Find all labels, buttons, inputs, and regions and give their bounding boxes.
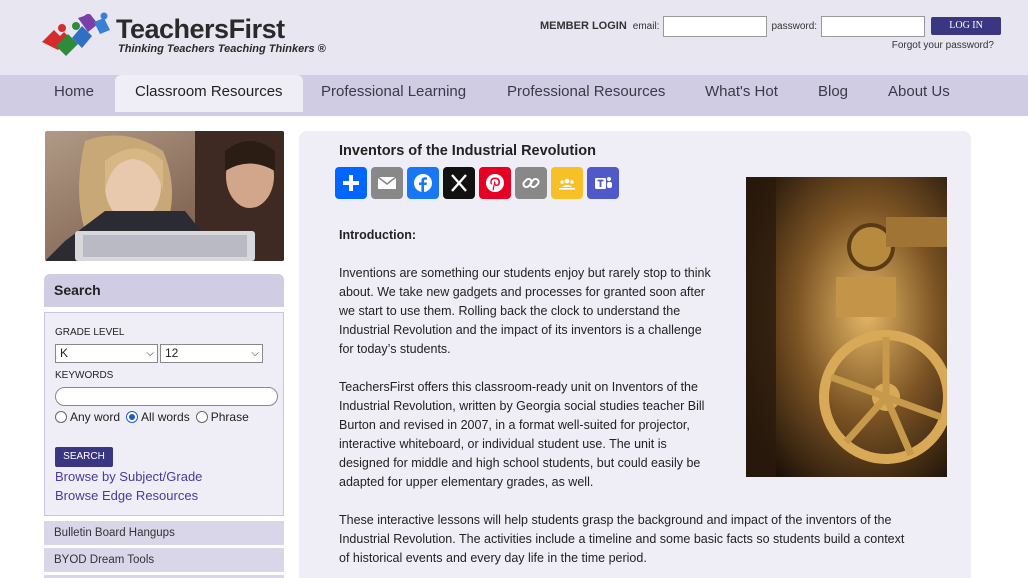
copy-link-icon[interactable] xyxy=(515,167,547,199)
search-panel: GRADE LEVEL K ⌵ 12 ⌵ KEYWORDS Any word A… xyxy=(44,312,284,516)
phrase-label: Phrase xyxy=(210,410,249,424)
all-words-radio[interactable] xyxy=(126,411,139,423)
article-panel: Inventors of the Industrial Revolution I… xyxy=(299,131,971,578)
keywords-input[interactable] xyxy=(55,387,278,406)
google-classroom-icon[interactable] xyxy=(551,167,583,199)
grade-to-value: 12 xyxy=(165,346,179,360)
email-field[interactable] xyxy=(663,15,768,37)
forgot-password-link[interactable]: Forgot your password? xyxy=(892,40,994,51)
search-button[interactable]: SEARCH xyxy=(55,447,113,467)
nav-blog[interactable]: Blog xyxy=(798,75,868,110)
browse-subject-grade-link[interactable]: Browse by Subject/Grade xyxy=(55,469,202,484)
paragraph-line: Industrial Revolution. The activities in… xyxy=(339,532,905,546)
paragraph-line: adapted for upper elementary grades, as … xyxy=(339,475,594,489)
paragraph-line: Industrial Revolution, written by Georgi… xyxy=(339,399,705,413)
grade-from-value: K xyxy=(60,346,69,360)
browse-edge-resources-link[interactable]: Browse Edge Resources xyxy=(55,488,198,503)
paragraph-line: about. We take new gadgets and processes… xyxy=(339,285,705,299)
site-header: TeachersFirst Thinking Teachers Teaching… xyxy=(0,0,1028,75)
password-field[interactable] xyxy=(821,15,926,37)
email-icon[interactable] xyxy=(371,167,403,199)
x-icon[interactable] xyxy=(443,167,475,199)
brand-tagline: Thinking Teachers Teaching Thinkers ® xyxy=(118,43,326,55)
match-type-radio-group: Any word All words Phrase xyxy=(55,410,255,424)
grade-level-label: GRADE LEVEL xyxy=(55,327,125,338)
any-word-radio[interactable] xyxy=(55,411,67,423)
nav-professional-learning[interactable]: Professional Learning xyxy=(301,75,486,110)
password-label: password: xyxy=(771,20,818,32)
paragraph-line: Burton and revised in 2007, in a format … xyxy=(339,418,690,432)
brand-name: TeachersFirst xyxy=(116,14,285,44)
paragraph-line: Industrial Revolution and the impact of … xyxy=(339,323,702,337)
nav-classroom-resources[interactable]: Classroom Resources xyxy=(115,75,303,112)
intro-heading: Introduction: xyxy=(339,228,417,242)
keywords-label: KEYWORDS xyxy=(55,370,114,381)
paragraph-line: TeachersFirst offers this classroom-read… xyxy=(339,380,698,394)
facebook-icon[interactable] xyxy=(407,167,439,199)
chevron-down-icon: ⌵ xyxy=(146,348,154,359)
sidebar-item-next[interactable] xyxy=(44,574,284,578)
students-photo-image xyxy=(45,131,284,261)
vault-door-image xyxy=(746,177,947,477)
paragraph-1: Inventions are something our students en… xyxy=(339,264,711,359)
main-nav: Home Classroom Resources Professional Le… xyxy=(0,75,1028,116)
paragraph-line: designed for middle and high school stud… xyxy=(339,456,701,470)
nav-about-us[interactable]: About Us xyxy=(868,75,970,110)
sidebar-item-byod-dream-tools[interactable]: BYOD Dream Tools xyxy=(44,547,284,572)
page-title: Inventors of the Industrial Revolution xyxy=(339,143,596,159)
site-logo[interactable]: TeachersFirst Thinking Teachers Teaching… xyxy=(38,12,326,62)
paragraph-line: interactive whiteboard, or individual st… xyxy=(339,437,667,451)
paragraph-3: These interactive lessons will help stud… xyxy=(339,511,904,568)
puzzle-people-logo-icon xyxy=(42,12,110,56)
login-button[interactable]: LOG IN xyxy=(931,17,1002,35)
grade-to-select[interactable]: 12 ⌵ xyxy=(160,344,263,363)
all-words-label: All words xyxy=(141,410,190,424)
any-word-label: Any word xyxy=(70,410,121,424)
pinterest-icon[interactable] xyxy=(479,167,511,199)
member-login-form: MEMBER LOGIN email: password: LOG IN xyxy=(540,15,1002,37)
share-buttons xyxy=(335,167,623,199)
phrase-radio[interactable] xyxy=(195,411,208,423)
paragraph-line: we start to use them. Rolling back the c… xyxy=(339,304,681,318)
share-plus-icon[interactable] xyxy=(335,167,367,199)
search-panel-title: Search xyxy=(44,274,284,307)
paragraph-2: TeachersFirst offers this classroom-read… xyxy=(339,378,704,492)
email-label: email: xyxy=(632,20,660,32)
nav-home[interactable]: Home xyxy=(34,75,114,110)
member-login-title: MEMBER LOGIN xyxy=(540,20,627,32)
paragraph-line: for today’s students. xyxy=(339,342,451,356)
paragraph-line: of historical events and every day life … xyxy=(339,551,647,565)
grade-from-select[interactable]: K ⌵ xyxy=(55,344,158,363)
teams-icon[interactable] xyxy=(587,167,619,199)
paragraph-line: These interactive lessons will help stud… xyxy=(339,513,892,527)
students-photo xyxy=(45,131,284,261)
sidebar-item-bulletin-board-hangups[interactable]: Bulletin Board Hangups xyxy=(44,520,284,545)
nav-professional-resources[interactable]: Professional Resources xyxy=(487,75,685,110)
nav-whats-hot[interactable]: What's Hot xyxy=(685,75,798,110)
vault-door-photo xyxy=(746,177,947,477)
paragraph-line: Inventions are something our students en… xyxy=(339,266,711,280)
chevron-down-icon: ⌵ xyxy=(251,348,259,359)
